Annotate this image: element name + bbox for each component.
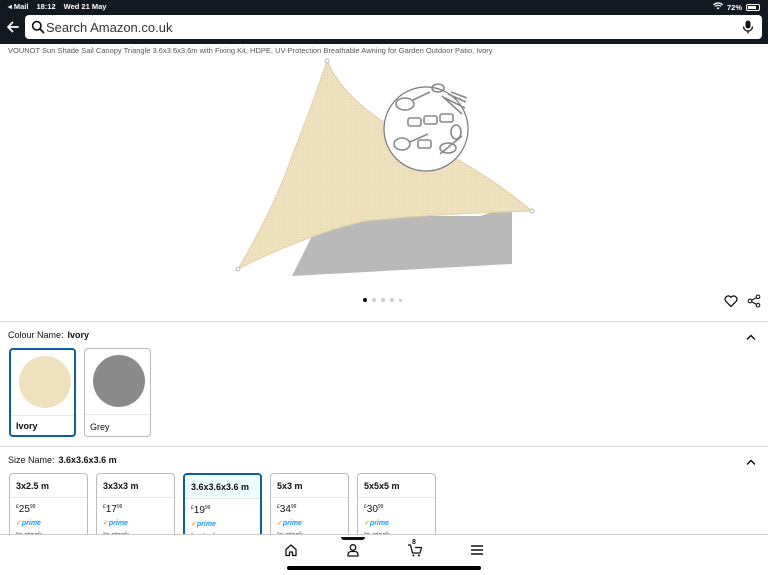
carousel-dot[interactable] (390, 298, 394, 302)
heart-icon[interactable] (724, 294, 738, 308)
colour-selected-value: Ivory (67, 330, 90, 340)
cart-icon[interactable] (407, 543, 423, 557)
menu-icon[interactable] (470, 543, 484, 557)
colour-swatch-image (93, 355, 145, 407)
size-option[interactable]: 5x3 m £3499 ✓prime In stock (270, 473, 349, 543)
size-option-price: £3099 (364, 504, 384, 515)
colour-swatch-label: Grey (90, 422, 110, 432)
size-option-price: £1999 (191, 505, 211, 516)
status-bar: ◂ Mail 18:12 Wed 21 May 72% (0, 0, 768, 12)
size-option-price: £1799 (103, 504, 123, 515)
back-arrow-icon[interactable] (5, 18, 21, 36)
prime-badge: ✓prime (16, 520, 41, 527)
chevron-up-icon[interactable] (746, 328, 756, 340)
microphone-icon[interactable] (742, 20, 754, 34)
size-option-price: £2599 (16, 504, 36, 515)
colour-swatch-ivory[interactable]: Ivory (9, 348, 76, 437)
status-date: Wed 21 May (63, 2, 107, 11)
carousel-dot[interactable] (372, 298, 376, 302)
carousel-dot[interactable] (381, 298, 385, 302)
active-tab-indicator (341, 537, 365, 540)
product-image[interactable] (230, 56, 540, 286)
size-option-name: 3x2.5 m (10, 474, 87, 498)
home-icon[interactable] (284, 543, 298, 557)
colour-swatch-label: Ivory (16, 421, 38, 431)
carousel-dot[interactable] (363, 298, 367, 302)
carousel-dot[interactable] (399, 298, 402, 302)
colour-swatch-grey[interactable]: Grey (84, 348, 151, 437)
size-option[interactable]: 5x5x5 m £3099 ✓prime In stock (357, 473, 436, 543)
prime-badge: ✓prime (364, 520, 389, 527)
header (0, 12, 768, 44)
size-option-name: 3.6x3.6x3.6 m (185, 475, 260, 499)
size-option[interactable]: 3x2.5 m £2599 ✓prime In stock (9, 473, 88, 543)
status-time: 18:12 (36, 2, 56, 11)
account-icon[interactable] (346, 543, 360, 557)
image-carousel-dots[interactable] (363, 298, 402, 302)
prime-badge: ✓prime (191, 521, 216, 528)
colour-label: Colour Name: Ivory (8, 330, 90, 340)
chevron-up-icon[interactable] (746, 453, 756, 465)
home-indicator[interactable] (287, 566, 481, 570)
battery-icon (746, 3, 760, 11)
divider (0, 446, 768, 447)
size-option-name: 5x5x5 m (358, 474, 435, 498)
prime-badge: ✓prime (277, 520, 302, 527)
share-icon[interactable] (747, 294, 761, 308)
battery-percent: 72% (726, 2, 742, 12)
wifi-icon (712, 2, 723, 12)
size-option-name: 5x3 m (271, 474, 348, 498)
size-selected-value: 3.6x3.6x3.6 m (58, 455, 117, 465)
search-bar[interactable] (25, 15, 762, 39)
prime-badge: ✓prime (103, 520, 128, 527)
size-option-name: 3x3x3 m (97, 474, 174, 498)
divider (0, 321, 768, 322)
status-back-app[interactable]: ◂ Mail (8, 2, 28, 11)
colour-swatch-image (19, 356, 71, 408)
size-option-selected[interactable]: 3.6x3.6x3.6 m £1999 ✓prime In stock (183, 473, 262, 543)
search-input[interactable] (46, 18, 736, 36)
search-icon (31, 20, 45, 34)
size-label: Size Name: 3.6x3.6x3.6 m (8, 455, 117, 465)
product-title[interactable]: VOUNOT Sun Shade Sail Canopy Triangle 3.… (8, 46, 493, 55)
size-option[interactable]: 3x3x3 m £1799 ✓prime In stock (96, 473, 175, 543)
size-option-price: £3499 (277, 504, 297, 515)
